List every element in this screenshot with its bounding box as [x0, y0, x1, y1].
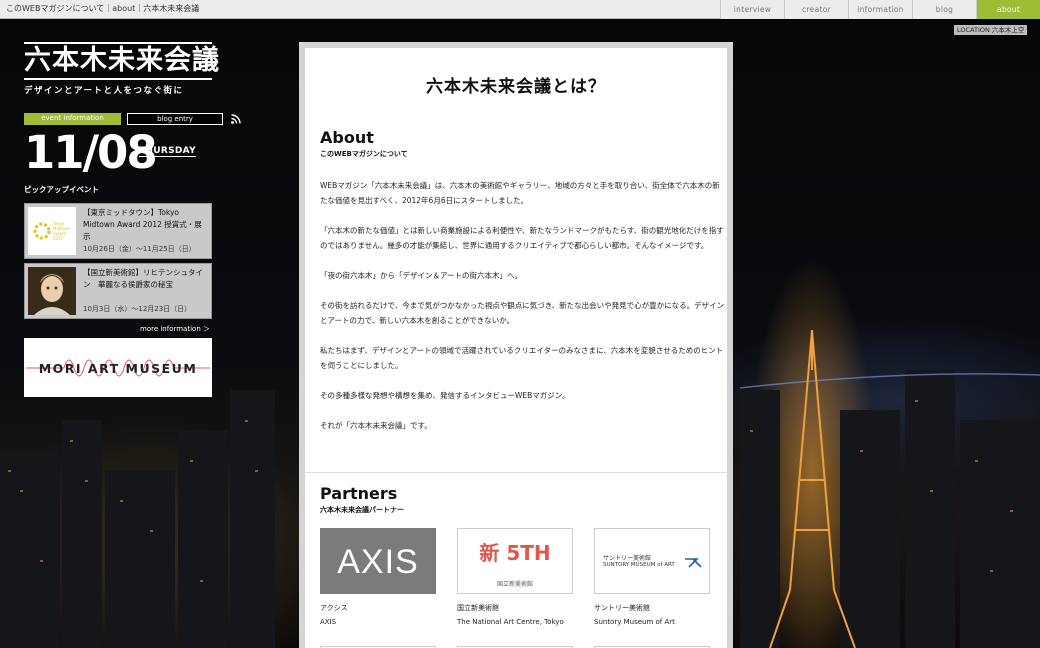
site-logo[interactable]: 六本木未来会議	[24, 42, 219, 80]
page-title: 六本木未来会議とは？	[426, 77, 606, 97]
event-weekday: THURSDAY	[139, 146, 196, 157]
rss-icon[interactable]	[231, 114, 241, 124]
partner-name-en: The National Art Centre, Tokyo	[457, 618, 564, 626]
tab-blog-entry[interactable]: blog entry	[127, 113, 223, 125]
about-heading: About	[320, 128, 374, 147]
partner-suntory[interactable]: サントリー美術館 SUNTORY MUSEUM of ART サントリー美術館 …	[594, 528, 710, 626]
nav-blog[interactable]: blog	[912, 0, 976, 19]
mori-art-museum-banner[interactable]: MORI ART MUSEUM	[24, 338, 212, 397]
about-paragraph: 「夜の街六本木」から「デザイン＆アートの街六本木」へ。	[320, 271, 523, 280]
location-badge: LOCATION 六本木上空	[954, 25, 1028, 35]
partner-logo: サントリー美術館 SUNTORY MUSEUM of ART	[594, 528, 710, 594]
partner-name-en: Suntory Museum of Art	[594, 618, 675, 626]
about-paragraph: その街を訪れるだけで、今まで気がつかなかった視点や観点に気づき、新たな出会いや発…	[320, 301, 725, 325]
top-bar: このWEBマガジンについて｜about｜六本木未来会議 interview cr…	[0, 0, 1040, 19]
event-dates: 10月26日（金）～11月25日（日）	[83, 245, 196, 253]
partner-name-ja: アクシス	[320, 604, 348, 612]
partners-heading: Partners	[320, 484, 398, 503]
event-dates: 10月3日（水）～12月23日（日）	[83, 305, 192, 313]
event-thumbnail	[28, 267, 76, 315]
suntory-logo-caption: SUNTORY MUSEUM of ART	[603, 562, 675, 568]
event-card[interactable]: 【国立新美術館】リヒテンシュタイン 華麗なる侯爵家の秘宝 10月3日（水）～12…	[24, 263, 212, 319]
partner-nact[interactable]: 新 5TH 国立新美術館 国立新美術館 The National Art Cen…	[457, 528, 573, 626]
partner-name-ja: 国立新美術館	[457, 604, 499, 612]
tokyo-tower	[769, 330, 856, 648]
nav-interview[interactable]: interview	[720, 0, 784, 19]
suntory-mark-icon	[685, 558, 702, 568]
axis-logo-text: AXIS	[337, 543, 419, 581]
partner-axis[interactable]: AXIS アクシス AXIS	[320, 528, 436, 626]
suntory-logo-text: サントリー美術館	[603, 555, 652, 562]
event-date: 11/08	[24, 126, 158, 179]
partner-name-en: AXIS	[320, 618, 337, 626]
award-logo-icon: Tokyo Midtown Award 2012	[28, 207, 76, 255]
about-paragraph: 私たちはまず、デザインとアートの領域で活躍されているクリエイターのみなさまに、六…	[320, 346, 724, 370]
partner-logo: AXIS	[320, 528, 436, 594]
banner-text: MORI ART MUSEUM	[38, 361, 198, 376]
partners-subheading: 六本木未来会議パートナー	[320, 506, 404, 514]
tab-event-information[interactable]: event information	[24, 113, 121, 125]
svg-text:2012: 2012	[53, 236, 64, 241]
event-thumbnail: Tokyo Midtown Award 2012	[28, 207, 76, 255]
about-paragraph: その多種多様な発想や構想を集め、発信するインタビューWEBマガジン。	[320, 391, 570, 400]
about-paragraph: WEBマガジン「六本木未来会議」は、六本木の美術館やギャラリー、地域の方々と手を…	[320, 181, 720, 205]
portrait-painting-image	[28, 267, 76, 315]
section-divider	[305, 472, 727, 473]
about-panel: 六本木未来会議とは？ About このWEBマガジンについて WEBマガジン「六…	[299, 42, 733, 648]
about-paragraph: それが「六本木未来会議」です。	[320, 421, 432, 430]
logo-title: 六本木未来会議	[24, 42, 219, 80]
about-subheading: このWEBマガジンについて	[320, 150, 408, 158]
pickup-label: ピックアップイベント	[24, 185, 99, 194]
partner-logo: 新 5TH 国立新美術館	[457, 528, 573, 594]
more-information-link[interactable]: more information ＞	[140, 324, 210, 334]
event-card[interactable]: Tokyo Midtown Award 2012 【東京ミッドタウン】Tokyo…	[24, 203, 212, 259]
about-paragraph: 「六本木の新たな価値」とは新しい商業施設による利便性や、新たなランドマークがもた…	[320, 226, 724, 250]
nav-information[interactable]: information	[848, 0, 912, 19]
nact-logo-text: 新 5TH	[479, 541, 551, 565]
nav-creator[interactable]: creator	[784, 0, 848, 19]
nav-about[interactable]: about	[976, 0, 1040, 19]
event-title: 【東京ミッドタウン】Tokyo Midtown Award 2012 授賞式・展…	[83, 208, 202, 241]
tagline: デザインとアートと人をつなぐ街に	[24, 86, 184, 96]
partner-name-ja: サントリー美術館	[594, 604, 650, 612]
global-nav: interview creator information blog about	[720, 0, 1040, 19]
event-title: 【国立新美術館】リヒテンシュタイン 華麗なる侯爵家の秘宝	[83, 268, 203, 289]
sidebar-tabs: event information blog entry	[24, 113, 241, 125]
about-body: WEBマガジン「六本木未来会議」は、六本木の美術館やギャラリー、地域の方々と手を…	[320, 178, 725, 448]
nact-logo-caption: 国立新美術館	[496, 581, 533, 588]
breadcrumb: このWEBマガジンについて｜about｜六本木未来会議	[6, 4, 200, 13]
